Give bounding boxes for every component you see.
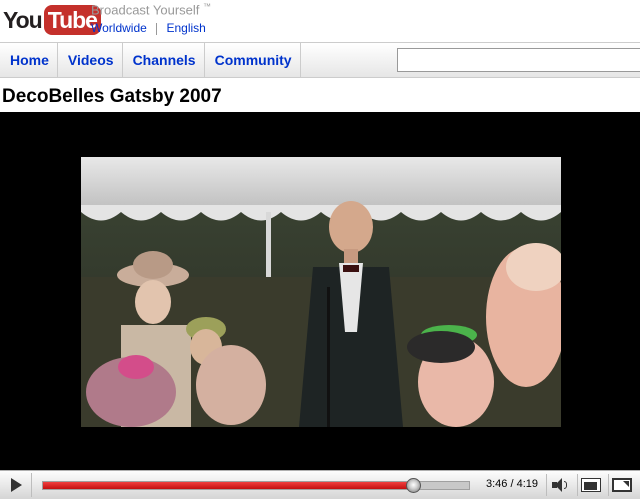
progress-bar[interactable] [42, 478, 470, 493]
video-scene-image [81, 157, 561, 427]
locale-links: Worldwide English [91, 21, 206, 35]
fullscreen-icon [611, 478, 632, 492]
total-time: 4:19 [516, 478, 539, 490]
search-input[interactable] [397, 48, 640, 72]
region-link[interactable]: Worldwide [91, 21, 147, 35]
fullscreen-button[interactable] [608, 474, 634, 496]
tagline: Broadcast Yourself ™ [91, 2, 211, 17]
youtube-logo[interactable]: You Tube [3, 4, 101, 36]
nav-tab-home[interactable]: Home [0, 43, 58, 77]
language-link[interactable]: English [167, 21, 206, 35]
nav-tab-videos[interactable]: Videos [58, 43, 123, 77]
progress-scrubber-handle[interactable] [405, 478, 421, 493]
video-player[interactable] [0, 112, 640, 470]
site-header: You Tube Broadcast Yourself ™ Worldwide … [0, 0, 640, 42]
volume-button[interactable] [546, 474, 572, 496]
volume-icon [551, 478, 568, 492]
player-size-button[interactable] [577, 474, 603, 496]
tagline-text: Broadcast Yourself [91, 2, 200, 18]
current-time: 3:46 [486, 478, 508, 490]
player-controls: 3:46 / 4:19 [0, 470, 640, 499]
main-nav: Home Videos Channels Community [0, 42, 640, 78]
nav-tab-community[interactable]: Community [205, 43, 301, 77]
time-separator: / [510, 478, 514, 490]
video-frame[interactable] [81, 157, 561, 427]
nav-tab-channels[interactable]: Channels [123, 43, 205, 77]
video-title: DecoBelles Gatsby 2007 [2, 86, 222, 107]
trademark-mark: ™ [203, 2, 212, 11]
locale-divider [156, 22, 158, 35]
logo-you-text: You [3, 6, 43, 33]
player-size-icon [580, 478, 601, 492]
play-button[interactable] [2, 473, 32, 497]
play-icon [11, 478, 22, 492]
time-display: 3:46 / 4:19 [486, 478, 538, 490]
progress-fill [43, 482, 414, 489]
